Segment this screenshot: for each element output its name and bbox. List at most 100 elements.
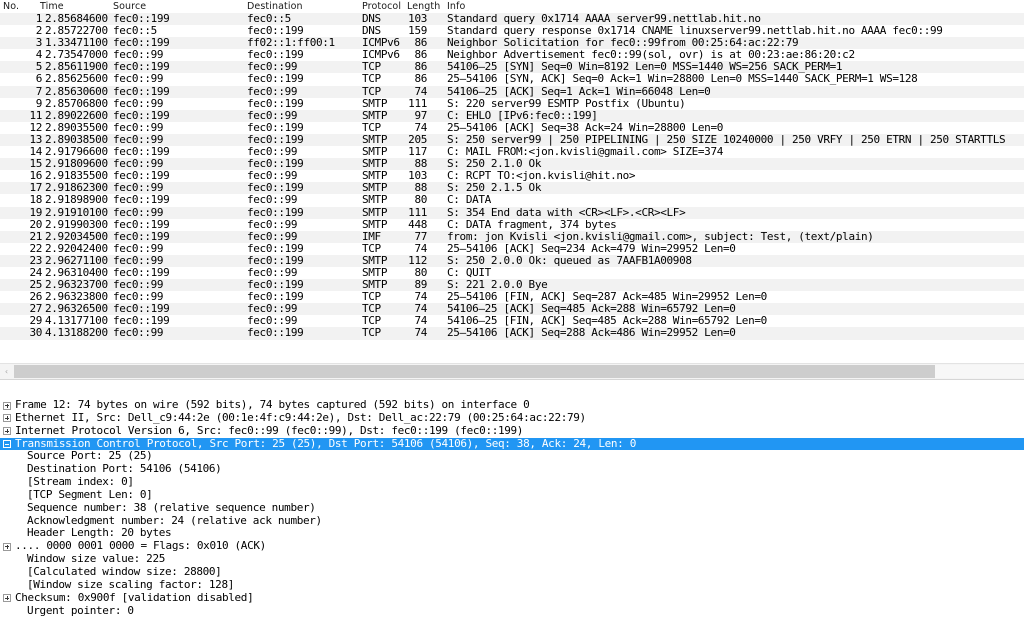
packet-source: fec0::199 <box>113 229 170 243</box>
detail-tree-row[interactable]: Destination Port: 54106 (54106) <box>0 462 1024 476</box>
column-header-info[interactable]: Info <box>447 1 465 12</box>
packet-protocol: TCP <box>362 72 381 86</box>
packet-no: 21 <box>29 229 42 243</box>
detail-tree-row[interactable]: Ethernet II, Src: Dell_c9:44:2e (00:1e:4… <box>0 410 1024 425</box>
packet-source: fec0::199 <box>113 84 170 98</box>
packet-info: 54106–25 [ACK] Seq=1 Ack=1 Win=66048 Len… <box>447 84 711 98</box>
packet-no: 20 <box>29 217 42 231</box>
detail-tree-label: Internet Protocol Version 6, Src: fec0::… <box>15 423 524 437</box>
scrollbar-track[interactable] <box>14 365 1024 378</box>
packet-row[interactable]: 9 2.85706800 fec0::99 fec0::199 SMTP 111 S: 22… <box>0 96 1024 110</box>
column-header-destination[interactable]: Destination <box>247 1 303 12</box>
packet-info: 25–54106 [ACK] Seq=288 Ack=486 Win=29952… <box>447 326 736 340</box>
packet-source: fec0::99 <box>113 96 164 110</box>
packet-length: 74 <box>414 326 427 340</box>
packet-length: 448 <box>408 217 427 231</box>
detail-tree-label: Urgent pointer: 0 <box>27 603 134 617</box>
expand-plus-icon[interactable] <box>3 414 11 423</box>
packet-no: 9 <box>35 96 43 110</box>
packet-info: from: jon Kvisli <jon.kvisli@gmail.com>,… <box>447 229 874 243</box>
detail-tree-row[interactable]: Checksum: 0x900f [validation disabled] <box>0 590 1024 605</box>
collapse-minus-icon[interactable] <box>3 440 11 449</box>
packet-protocol: TCP <box>362 326 381 340</box>
packet-list-rows: 1 2.85684600 fec0::199 fec0::5 DNS 103 Standar… <box>0 12 1024 340</box>
packet-time: 2.91990300 <box>45 217 108 231</box>
packet-source: fec0::199 <box>113 193 170 207</box>
detail-tree-label: [Window size scaling factor: 128] <box>27 577 234 591</box>
expand-plus-icon[interactable] <box>3 401 11 410</box>
packet-source: fec0::99 <box>113 326 164 340</box>
detail-tree-row[interactable]: Frame 12: 74 bytes on wire (592 bits), 7… <box>0 399 1024 412</box>
packet-info: 25–54106 [SYN, ACK] Seq=0 Ack=1 Win=2880… <box>447 72 918 86</box>
packet-no: 19 <box>29 205 42 219</box>
detail-tree-label: [TCP Segment Len: 0] <box>27 487 153 501</box>
packet-length: 77 <box>414 229 427 243</box>
packet-row[interactable]: 21 2.92034500 fec0::199 fec0::99 IMF 77 from: … <box>0 229 1024 243</box>
detail-tree-label: Ethernet II, Src: Dell_c9:44:2e (00:1e:4… <box>15 410 586 424</box>
detail-tree-row[interactable]: Transmission Control Protocol, Src Port:… <box>0 437 1024 451</box>
column-header-length[interactable]: Length <box>407 1 440 12</box>
packet-destination: fec0::99 <box>247 193 298 207</box>
packet-protocol: IMF <box>362 229 381 243</box>
column-header-no[interactable]: No. <box>3 1 19 12</box>
packet-list-pane[interactable]: No. Time Source Destination Protocol Len… <box>0 0 1024 362</box>
packet-source: fec0::199 <box>113 217 170 231</box>
packet-no: 18 <box>29 193 42 207</box>
packet-no: 7 <box>35 84 43 98</box>
packet-destination: fec0::99 <box>247 229 298 243</box>
column-header-protocol[interactable]: Protocol <box>362 1 401 12</box>
packet-length: 111 <box>408 205 427 219</box>
packet-time: 2.91910100 <box>45 205 108 219</box>
packet-time: 2.91898900 <box>45 193 108 207</box>
column-header-source[interactable]: Source <box>113 1 146 12</box>
packet-length: 80 <box>414 193 427 207</box>
expand-plus-icon[interactable] <box>3 542 11 551</box>
detail-tree-row[interactable]: [TCP Segment Len: 0] <box>0 487 1024 502</box>
expand-plus-icon[interactable] <box>3 594 11 603</box>
expand-plus-icon[interactable] <box>3 427 11 436</box>
packet-no: 30 <box>29 326 42 340</box>
scroll-left-arrow-icon[interactable]: ‹ <box>0 364 13 379</box>
detail-tree-label: Sequence number: 38 (relative sequence n… <box>27 500 316 514</box>
detail-tree-label: [Calculated window size: 28800] <box>27 564 222 578</box>
packet-row[interactable]: 18 2.91898900 fec0::199 fec0::99 SMTP 80 C: DA… <box>0 193 1024 207</box>
packet-info: S: 354 End data with <CR><LF>.<CR><LF> <box>447 205 686 219</box>
scrollbar-thumb[interactable] <box>14 365 935 378</box>
packet-row[interactable]: 7 2.85630600 fec0::199 fec0::99 TCP 74 54106–2… <box>0 84 1024 98</box>
packet-length: 111 <box>408 96 427 110</box>
packet-info: C: DATA <box>447 193 491 207</box>
packet-time: 4.13188200 <box>45 326 108 340</box>
detail-tree-label: Frame 12: 74 bytes on wire (592 bits), 7… <box>15 399 530 411</box>
detail-tree-row[interactable]: Urgent pointer: 0 <box>0 603 1024 618</box>
packet-row[interactable]: 19 2.91910100 fec0::99 fec0::199 SMTP 111 S: 3… <box>0 205 1024 219</box>
packet-destination: fec0::199 <box>247 96 304 110</box>
packet-row[interactable]: 30 4.13188200 fec0::99 fec0::199 TCP 74 25–541… <box>0 326 1024 340</box>
packet-length: 74 <box>414 84 427 98</box>
packet-time: 2.92034500 <box>45 229 108 243</box>
detail-tree-row[interactable]: Sequence number: 38 (relative sequence n… <box>0 500 1024 515</box>
detail-tree-row[interactable]: Internet Protocol Version 6, Src: fec0::… <box>0 423 1024 438</box>
packet-destination: fec0::199 <box>247 205 304 219</box>
pane-splitter[interactable] <box>0 379 1024 400</box>
packet-time: 2.85625600 <box>45 72 108 86</box>
packet-list-horizontal-scrollbar[interactable]: ‹ <box>0 363 1024 379</box>
packet-no: 6 <box>35 72 43 86</box>
packet-length: 86 <box>414 72 427 86</box>
packet-row[interactable]: 20 2.91990300 fec0::199 fec0::99 SMTP 448 C: D… <box>0 217 1024 231</box>
detail-tree-row[interactable]: [Calculated window size: 28800] <box>0 564 1024 579</box>
packet-row[interactable]: 6 2.85625600 fec0::99 fec0::199 TCP 86 25–5410… <box>0 72 1024 86</box>
packet-protocol: TCP <box>362 84 381 98</box>
packet-source: fec0::99 <box>113 205 164 219</box>
packet-info: S: 220 server99 ESMTP Postfix (Ubuntu) <box>447 96 686 110</box>
detail-tree-row[interactable]: [Stream index: 0] <box>0 475 1024 489</box>
packet-destination: fec0::99 <box>247 84 298 98</box>
packet-time: 2.85630600 <box>45 84 108 98</box>
packet-detail-pane[interactable]: Frame 12: 74 bytes on wire (592 bits), 7… <box>0 399 1024 620</box>
detail-tree-row[interactable]: [Window size scaling factor: 128] <box>0 577 1024 592</box>
column-header-time[interactable]: Time <box>40 1 64 12</box>
packet-info: C: DATA fragment, 374 bytes <box>447 217 617 231</box>
packet-time: 2.85706800 <box>45 96 108 110</box>
packet-destination: fec0::99 <box>247 217 298 231</box>
detail-tree-label: Checksum: 0x900f [validation disabled] <box>15 590 254 604</box>
packet-destination: fec0::199 <box>247 72 304 86</box>
